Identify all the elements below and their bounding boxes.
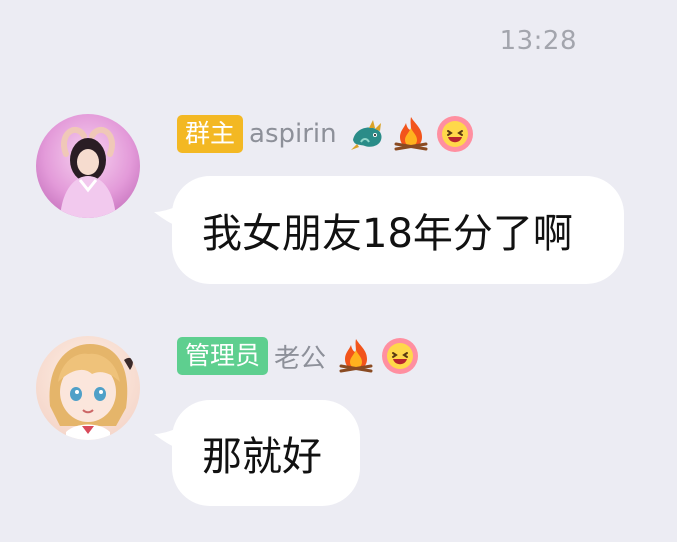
sender-info: 群主 aspirin (177, 112, 475, 156)
user-avatar[interactable] (36, 114, 140, 218)
message-text: 那就好 (202, 434, 322, 480)
message-bubble[interactable]: 我女朋友18年分了啊 (172, 176, 624, 284)
sender-info: 管理员 老公 (177, 334, 420, 378)
admin-badge: 管理员 (177, 337, 269, 375)
sender-nickname[interactable]: aspirin (249, 119, 337, 149)
group-owner-badge: 群主 (177, 115, 244, 153)
fire-icon (394, 117, 428, 151)
message-text: 我女朋友18年分了啊 (202, 211, 573, 257)
chat-view: 13:28 群主 aspirin 我女朋友18年分了啊 管理员 老公 那就好 (0, 0, 677, 542)
message-bubble[interactable]: 那就好 (172, 400, 360, 506)
fire-icon (339, 339, 373, 373)
laughing-face-icon (382, 338, 419, 374)
sender-nickname[interactable]: 老公 (274, 338, 326, 375)
laughing-face-icon (436, 116, 473, 152)
message-timestamp: 13:28 (499, 26, 577, 56)
dragon-icon (350, 120, 382, 150)
user-avatar[interactable] (36, 336, 140, 440)
